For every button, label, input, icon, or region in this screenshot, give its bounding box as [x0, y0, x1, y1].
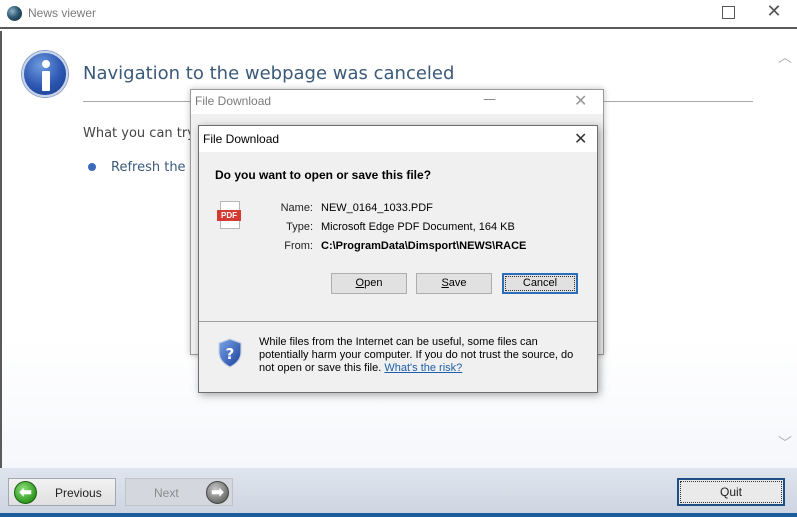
quit-label: Quit — [719, 485, 742, 499]
next-label: Next — [154, 486, 179, 500]
previous-button[interactable]: ⬅ Previous — [8, 478, 116, 506]
background-dialog-title: File Download — [195, 94, 272, 108]
file-download-dialog: File Download ✕ Do you want to open or s… — [198, 125, 598, 393]
type-value: Microsoft Edge PDF Document, 164 KB — [321, 221, 515, 233]
window-title: News viewer — [28, 6, 97, 20]
title-bar: News viewer ✕ — [0, 0, 797, 29]
save-button[interactable]: Save — [416, 273, 492, 294]
arrow-right-icon: ➡ — [206, 481, 229, 504]
focus-ring — [505, 276, 575, 291]
globe-icon — [7, 6, 22, 21]
dialog-question: Do you want to open or save this file? — [215, 168, 432, 182]
background-dialog-titlebar: File Download — ✕ — [191, 90, 603, 114]
next-button[interactable]: Next ➡ — [125, 478, 233, 506]
open-button[interactable]: Open — [331, 273, 407, 294]
close-button[interactable]: ✕ — [764, 2, 784, 22]
page-heading: Navigation to the webpage was canceled — [83, 63, 455, 84]
scroll-down-icon[interactable]: ﹀ — [778, 433, 792, 453]
footer-bar: ⬅ Previous Next ➡ Quit — [0, 468, 797, 513]
arrow-left-icon: ⬅ — [14, 481, 37, 504]
previous-label: Previous — [55, 486, 102, 500]
whats-the-risk-link[interactable]: What's the risk? — [384, 362, 462, 374]
dialog-titlebar: File Download ✕ — [199, 126, 597, 152]
cancel-button[interactable]: Cancel — [502, 273, 578, 294]
close-icon[interactable]: ✕ — [574, 91, 587, 110]
info-icon-dot — [42, 60, 50, 68]
type-label: Type: — [286, 221, 313, 233]
info-icon-bar — [42, 71, 50, 91]
bullet-icon — [88, 163, 96, 171]
shield-question-icon: ? — [218, 338, 242, 368]
scroll-up-icon[interactable]: ︿ — [778, 47, 792, 67]
open-label: pen — [364, 277, 383, 289]
svg-text:?: ? — [226, 345, 235, 363]
maximize-button[interactable] — [722, 6, 735, 19]
minimize-icon[interactable]: — — [483, 92, 496, 107]
dialog-title: File Download — [203, 132, 280, 146]
dialog-close-button[interactable]: ✕ — [574, 129, 587, 149]
dialog-warning-panel: ? While files from the Internet can be u… — [199, 322, 597, 392]
save-label: ave — [448, 277, 467, 289]
news-viewer-window: News viewer ✕ Navigation to the webpage … — [0, 0, 797, 517]
quit-button[interactable]: Quit — [677, 478, 785, 506]
from-label: From: — [284, 240, 313, 252]
open-mnemonic: O — [355, 277, 365, 289]
warning-text: While files from the Internet can be use… — [259, 336, 589, 375]
info-icon — [22, 51, 68, 97]
name-value: NEW_0164_1033.PDF — [321, 202, 433, 214]
from-value: C:\ProgramData\Dimsport\NEWS\RACE — [321, 240, 527, 252]
try-label: What you can try: — [83, 126, 199, 141]
name-label: Name: — [280, 202, 313, 214]
save-mnemonic: S — [441, 277, 449, 289]
taskbar-strip — [0, 513, 797, 517]
